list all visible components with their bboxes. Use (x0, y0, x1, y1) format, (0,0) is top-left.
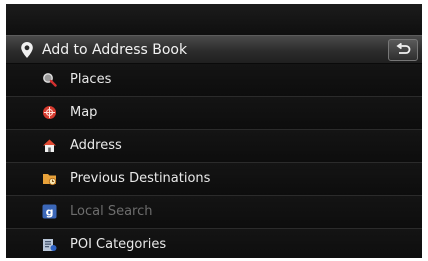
back-arrow-icon (396, 43, 411, 54)
poi-categories-icon (43, 239, 57, 251)
map-target-icon (43, 106, 56, 119)
page-title: Add to Address Book (42, 42, 188, 58)
menu-list: Places Map Address Previous Destinations… (6, 64, 422, 258)
folder-clock-icon (43, 174, 57, 186)
back-button[interactable] (388, 39, 418, 61)
menu-item-label: POI Categories (70, 237, 167, 252)
menu-item-poi-categories[interactable]: POI Categories (6, 229, 422, 258)
google-icon: g (42, 204, 57, 219)
house-icon (43, 139, 56, 152)
location-pin-icon (21, 42, 33, 58)
menu-item-label: Places (70, 72, 112, 87)
menu-item-label: Address (70, 138, 122, 153)
menu-item-map[interactable]: Map (6, 97, 422, 130)
title-bar: Add to Address Book (6, 35, 422, 64)
menu-item-label: Map (70, 105, 98, 120)
svg-text:g: g (46, 206, 54, 219)
navigation-screen: Add to Address Book Places Map Address P… (6, 4, 422, 258)
menu-item-local-search[interactable]: g Local Search (6, 196, 422, 229)
menu-item-previous-destinations[interactable]: Previous Destinations (6, 163, 422, 196)
menu-item-address[interactable]: Address (6, 130, 422, 163)
menu-item-label: Local Search (70, 204, 153, 219)
menu-item-places[interactable]: Places (6, 64, 422, 97)
magnifier-icon (43, 73, 57, 87)
menu-item-label: Previous Destinations (70, 171, 211, 186)
